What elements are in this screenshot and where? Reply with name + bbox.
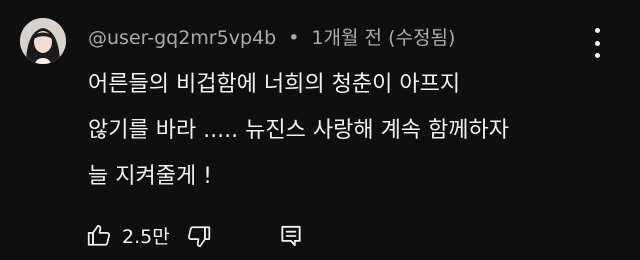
reply-button[interactable] — [278, 223, 304, 253]
thumb-down-icon — [187, 226, 211, 248]
comment-line: 어른들의 비겁함에 너희의 청춘이 아프지 — [88, 72, 461, 97]
comment-text: 어른들의 비겁함에 너희의 청춘이 아프지 않기를 바라 ..... 뉴진스 사… — [88, 62, 618, 200]
comment-line: 않기를 바라 ..... 뉴진스 사랑해 계속 함께하자 — [88, 118, 510, 143]
author-handle[interactable]: @user-gq2mr5vp4b — [88, 27, 276, 49]
comment-header: @user-gq2mr5vp4b • 1개월 전 (수정됨) — [88, 26, 455, 50]
more-vert-icon — [594, 28, 600, 33]
like-button[interactable] — [86, 222, 112, 252]
thumb-up-icon — [87, 224, 111, 246]
more-vert-icon-dot — [594, 40, 600, 46]
comment-line: 늘 지켜줄게 ! — [88, 164, 213, 189]
reply-comment-icon — [281, 225, 301, 247]
dislike-button[interactable] — [186, 224, 212, 254]
comment-timestamp[interactable]: 1개월 전 — [311, 27, 382, 49]
more-vert-icon-dot — [594, 53, 600, 58]
avatar[interactable] — [20, 18, 66, 64]
comment-actions: 2.5만 — [86, 220, 326, 252]
edited-label: (수정됨) — [388, 27, 456, 49]
header-separator: • — [288, 27, 300, 49]
like-count: 2.5만 — [122, 226, 170, 248]
more-options-button[interactable] — [588, 28, 606, 58]
